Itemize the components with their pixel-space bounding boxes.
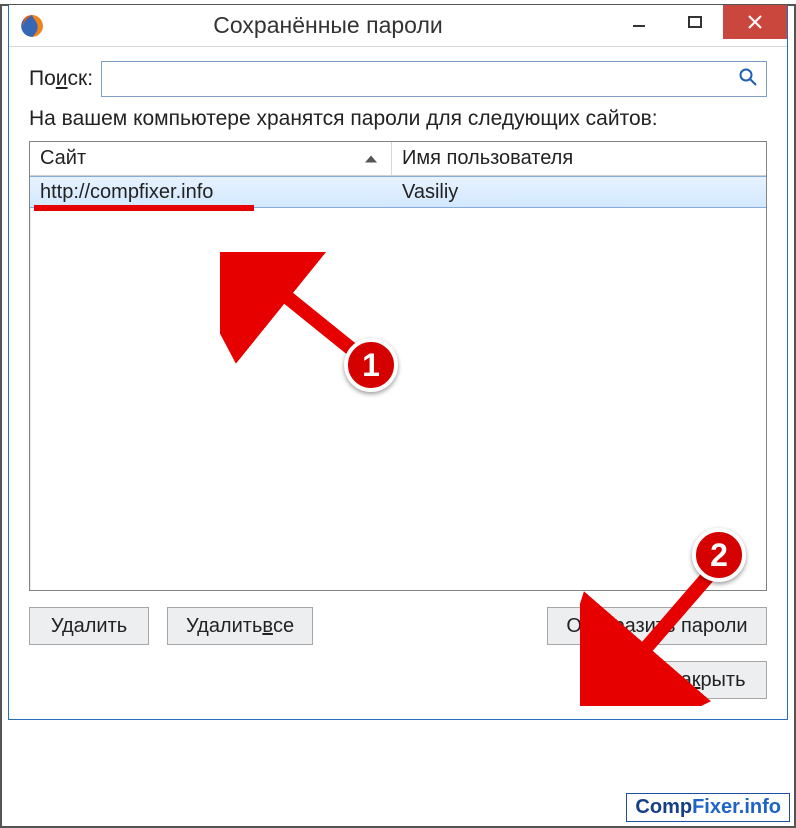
column-username-label: Имя пользователя [402,147,573,170]
close-window-button[interactable] [723,5,787,39]
annotation-badge-2: 2 [692,528,746,582]
window-controls [611,5,787,39]
firefox-icon [19,13,45,39]
list-header: Сайт Имя пользователя [30,142,766,176]
column-site-label: Сайт [40,147,86,170]
minimize-button[interactable] [611,5,667,39]
column-username[interactable]: Имя пользователя [392,142,766,175]
column-site[interactable]: Сайт [30,142,392,175]
annotation-underline [34,205,254,211]
window-title: Сохранённые пароли [45,12,611,39]
annotation-badge-1: 1 [344,338,398,392]
maximize-button[interactable] [667,5,723,39]
sort-ascending-icon [365,155,377,162]
cell-site: http://compfixer.info [30,177,392,207]
watermark: CompFixer.info [626,793,790,822]
titlebar[interactable]: Сохранённые пароли [9,5,787,47]
